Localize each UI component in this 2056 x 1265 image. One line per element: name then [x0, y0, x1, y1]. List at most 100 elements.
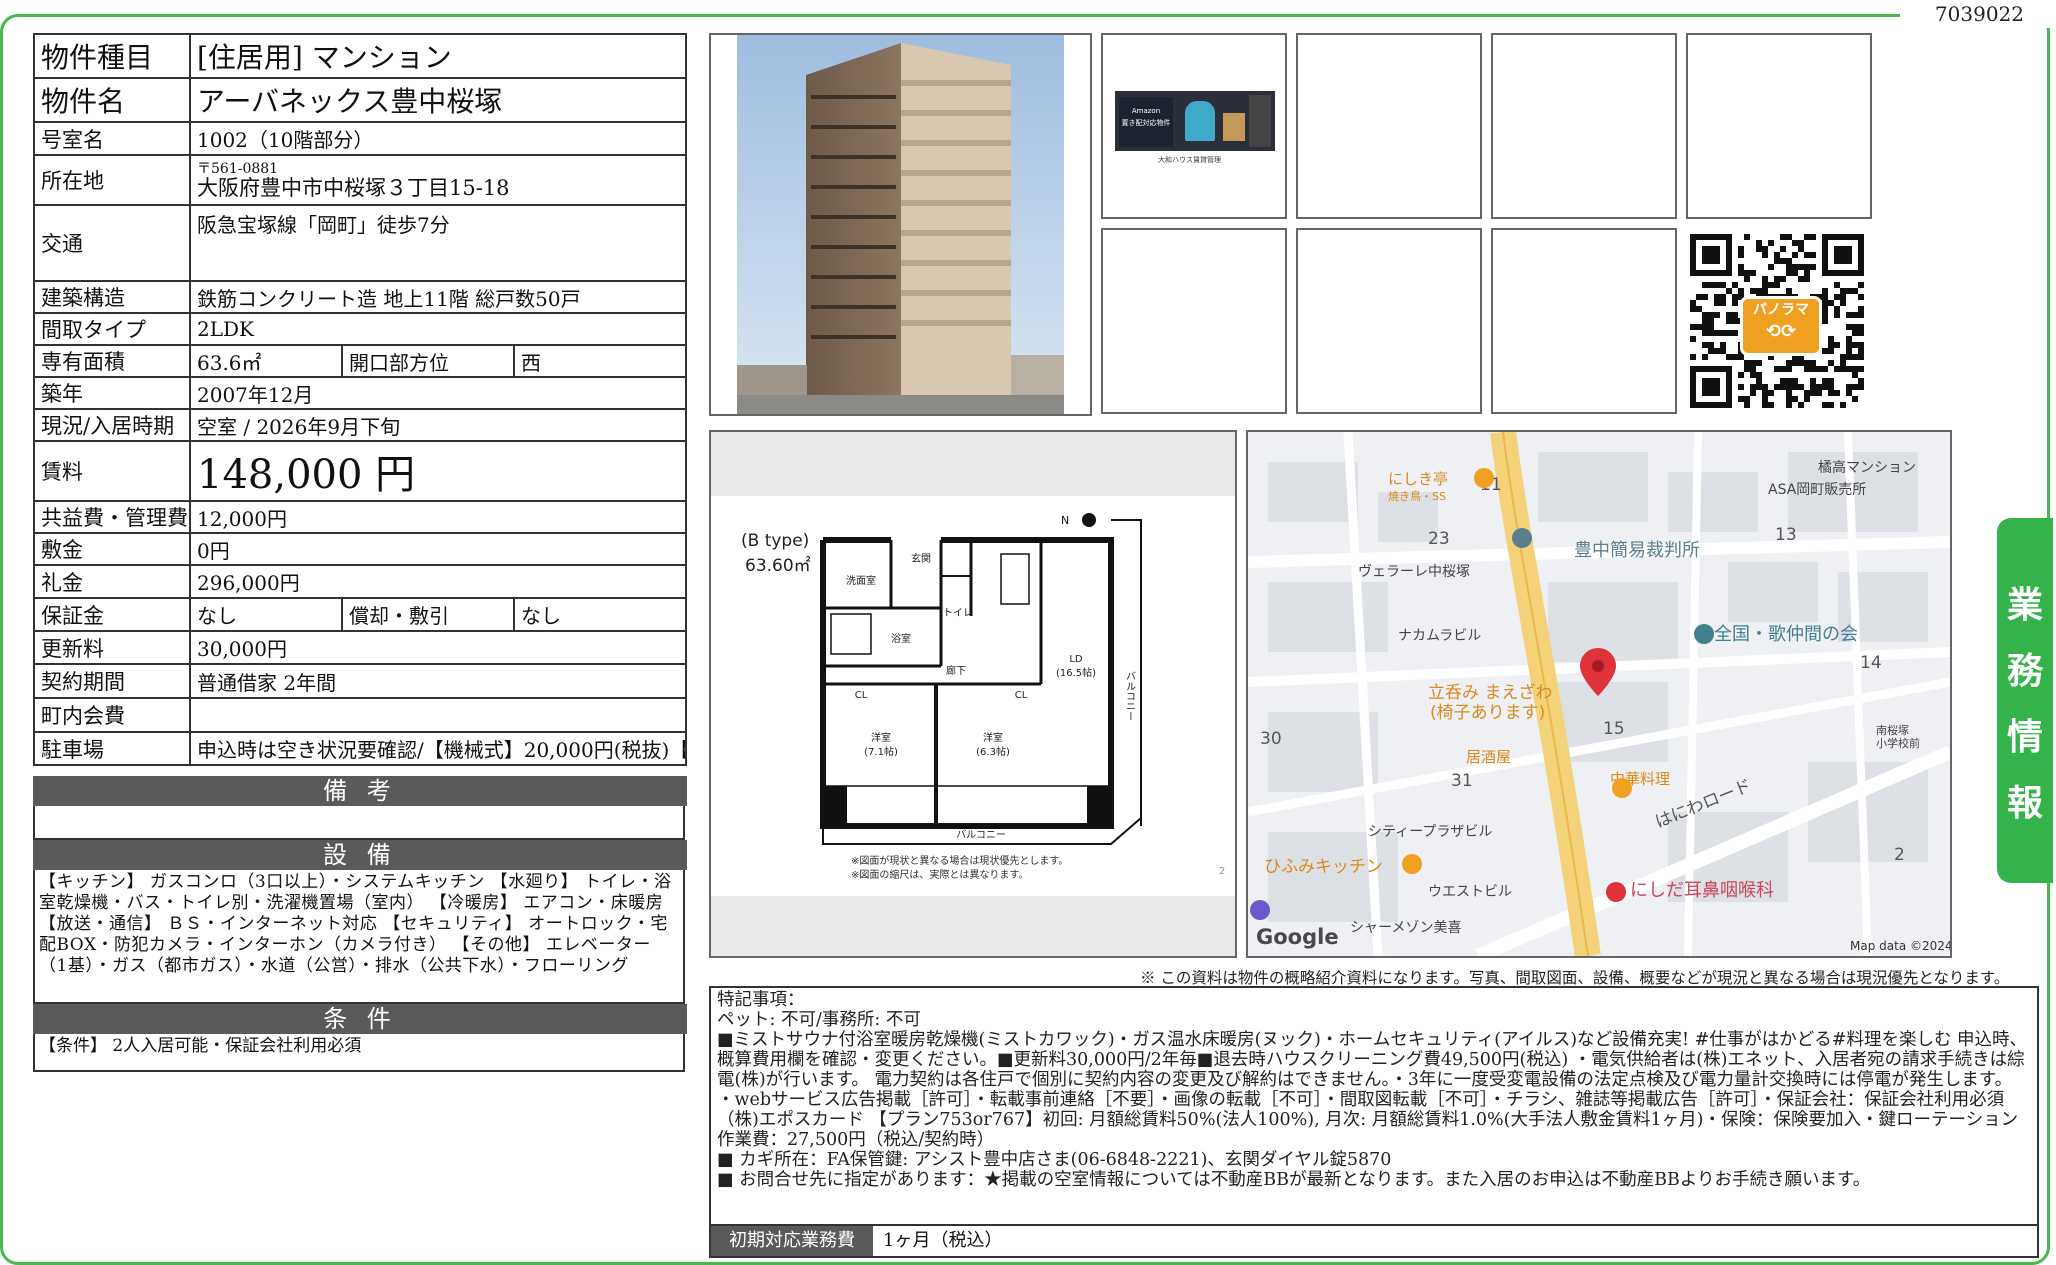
- ld-size-label: (16.5帖): [1056, 666, 1096, 679]
- side-balcony-label: バルコニー: [1124, 671, 1136, 721]
- side-tab-char: 務: [2006, 650, 2043, 692]
- area-label: 専有面積: [33, 344, 191, 378]
- map-label-ent: にしだ耳鼻咽喉科: [1630, 880, 1774, 901]
- photo-thumbnail-7[interactable]: [1491, 228, 1677, 414]
- photo-thumbnail-6[interactable]: [1296, 228, 1482, 414]
- map-label-izakaya: 居酒屋: [1466, 748, 1511, 766]
- transport-label: 交通: [33, 204, 191, 282]
- remarks-advertising: ・webサービス広告掲載［許可］・転載事前連絡［不要］・画像の転載［不可］・間取…: [717, 1090, 2019, 1150]
- disclaimer-note: ※ この資料は物件の概略紹介資料になります。写真、間取図面、設備、概要などが現況…: [1140, 969, 2010, 987]
- map-label-nishikitei: にしき亭: [1388, 470, 1448, 488]
- ld-label: LD: [1069, 654, 1083, 665]
- side-tab-char: 報: [2006, 782, 2043, 824]
- photo-thumbnail-5[interactable]: [1101, 228, 1287, 414]
- map-label-city-plaza: シティープラザビル: [1368, 824, 1492, 840]
- built-label: 築年: [33, 376, 191, 410]
- side-tab-char: 情: [2006, 716, 2043, 758]
- contract-label: 契約期間: [33, 663, 191, 699]
- status-label: 現況/入居時期: [33, 408, 191, 442]
- special-remarks: 特記事項： ペット: 不可/事務所: 不可 ■ミストサウナ付浴室暖房乾燥機(ミス…: [709, 986, 2039, 1226]
- structure-label: 建築構造: [33, 280, 191, 314]
- remarks-pet: ペット: 不可/事務所: 不可: [717, 1010, 921, 1030]
- type-label: 物件種目: [33, 33, 191, 79]
- room-value: 1002（10階部分）: [189, 121, 687, 156]
- map-label-isu: (椅子あります): [1430, 703, 1545, 723]
- status-value: 空室 / 2026年9月下旬: [189, 408, 687, 442]
- deposit-value: 0円: [189, 532, 687, 566]
- town-fee-label: 町内会費: [33, 697, 191, 733]
- entrance-label: 玄関: [911, 552, 931, 565]
- remarks-body: [33, 806, 685, 840]
- building-photo[interactable]: [709, 33, 1092, 416]
- remarks-features: ■ミストサウナ付浴室暖房乾燥機(ミストカワック)・ガス温水床暖房(ヌック)・ホー…: [717, 1030, 2028, 1090]
- map-label-sha-maison: シャーメゾン美喜: [1350, 920, 1461, 936]
- structure-value: 鉄筋コンクリート造 地上11階 総戸数50戸: [189, 280, 687, 314]
- location-value: 〒561-0881 大阪府豊中市中桜塚３丁目15-18: [189, 154, 687, 206]
- mgmt-fee-value: 12,000円: [189, 500, 687, 534]
- built-value: 2007年12月: [189, 376, 687, 410]
- banner-caption: 大和ハウス賃貸管理: [1158, 156, 1221, 164]
- map-block-2: 2: [1894, 845, 1905, 865]
- map-label-uta: 全国・歌仲間の会: [1714, 624, 1858, 645]
- guarantee-label: 保証金: [33, 597, 191, 632]
- floorplan-note-2: ※図面の縮尺は、実際とは異なります。: [851, 868, 1028, 881]
- location-map[interactable]: 11 23 13 14 15 30 31 2 にしき亭 居酒屋 立呑み まえざわ…: [1246, 430, 1952, 958]
- map-block-30: 30: [1260, 729, 1282, 749]
- direction-value: 西: [513, 344, 687, 378]
- map-label-asa: ASA岡町販売所: [1768, 482, 1866, 498]
- panorama-qr-code[interactable]: パノラマ ⟲⟳: [1690, 234, 1864, 408]
- map-block-23: 23: [1428, 529, 1450, 549]
- map-label-nakamura: ナカムラビル: [1398, 628, 1481, 644]
- floorplan-area-label: 63.60㎡: [745, 556, 811, 576]
- western-room-1-size: (7.1帖): [864, 745, 898, 758]
- address: 大阪府豊中市中桜塚３丁目15-18: [197, 176, 510, 200]
- chinese-pin-icon: [1612, 778, 1632, 798]
- transport-value: 阪急宝塚線「岡町」徒歩7分: [189, 204, 687, 282]
- photo-thumbnail-3[interactable]: [1491, 33, 1677, 219]
- equipment-header: 設 備: [33, 840, 687, 870]
- rent-value: 148,000 円: [189, 440, 687, 502]
- north-label: N: [1061, 514, 1069, 527]
- postal-code: 〒561-0881: [197, 161, 279, 177]
- place-pin-icon: [1694, 624, 1714, 644]
- conditions-body: 【条件】 2人入居可能・保証会社利用必須: [33, 1034, 685, 1072]
- document-id: 7039022: [1934, 2, 2024, 26]
- map-label-minami2: 小学校前: [1876, 736, 1920, 750]
- photo-thumbnail-2[interactable]: [1296, 33, 1482, 219]
- banner-subtitle: 置き配対応物件: [1121, 119, 1171, 127]
- property-spec-table: 物件種目 [住居用] マンション 物件名 アーバネックス豊中桜塚 号室名 100…: [33, 33, 687, 766]
- location-label: 所在地: [33, 154, 191, 206]
- closet-1-label: CL: [855, 690, 868, 701]
- equipment-body: 【キッチン】 ガスコンロ（3口以上）・システムキッチン 【水廻り】 トイレ・浴室…: [33, 870, 685, 1004]
- conditions-header: 条 件: [33, 1004, 687, 1034]
- bath-label: 浴室: [891, 632, 911, 645]
- map-label-tachinomi: 立呑み まえざわ: [1428, 682, 1552, 703]
- amazon-delivery-thumbnail[interactable]: Amazon 置き配対応物件 大和ハウス賃貸管理: [1101, 33, 1287, 219]
- remarks-title: 特記事項：: [717, 990, 805, 1010]
- renewal-label: 更新料: [33, 630, 191, 665]
- name-label: 物件名: [33, 77, 191, 123]
- map-block-14: 14: [1860, 653, 1882, 673]
- side-tab-char: 業: [2006, 584, 2043, 626]
- area-value: 63.6㎡: [189, 344, 343, 378]
- initial-fee-row: 初期対応業務費 1ヶ月（税込）: [709, 1226, 2039, 1258]
- photo-thumbnail-4[interactable]: [1686, 33, 1872, 219]
- western-room-1-label: 洋室: [871, 731, 891, 744]
- banner-title: Amazon: [1131, 107, 1161, 115]
- map-block-31: 31: [1451, 771, 1473, 791]
- deposit-label: 敷金: [33, 532, 191, 566]
- map-copyright: Map data ©2024: [1850, 939, 1950, 953]
- map-label-west: ウエストビル: [1428, 884, 1512, 900]
- clinic-pin-icon: [1606, 882, 1626, 902]
- wash-room-label: 洗面室: [846, 574, 876, 587]
- floorplan-page-number: 2: [1219, 866, 1225, 877]
- initial-fee-value: 1ヶ月（税込）: [883, 1230, 1003, 1251]
- floor-plan[interactable]: (B type) 63.60㎡ N 洗面室 玄関 トイレ 浴室 廊下 LD (1…: [709, 430, 1237, 958]
- western-room-2-label: 洋室: [983, 731, 1003, 744]
- map-label-minami1: 南桜塚: [1876, 723, 1909, 737]
- closet-2-label: CL: [1015, 690, 1028, 701]
- business-info-tab[interactable]: 業 務 情 報: [1997, 518, 2053, 883]
- key-money-value: 296,000円: [189, 564, 687, 599]
- floorplan-type-label: (B type): [741, 531, 809, 551]
- restaurant-pin-icon: [1474, 468, 1494, 488]
